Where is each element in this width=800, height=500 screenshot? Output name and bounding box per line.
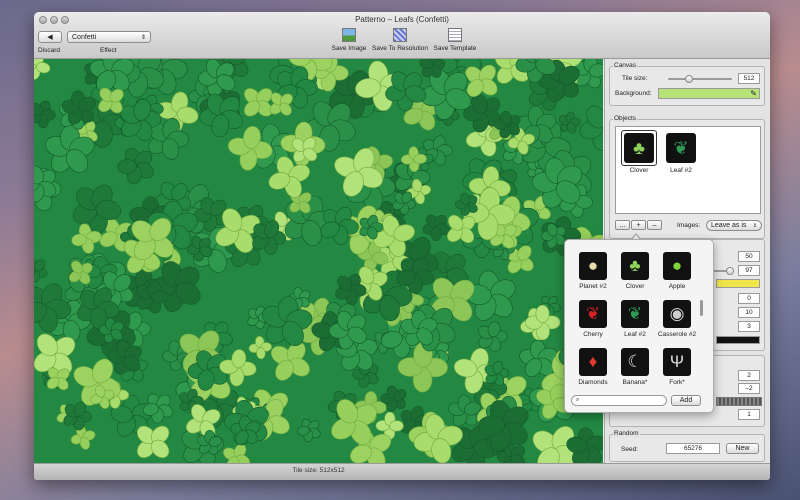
save-template-button[interactable]: Save Template <box>432 28 478 52</box>
picker-item-banana[interactable]: ☾ <box>621 348 649 376</box>
picker-item-label: Cherry <box>583 331 603 338</box>
picker-item-label: Apple <box>668 283 686 290</box>
images-value: Leave as is <box>711 222 747 229</box>
status-bar: Tile size: 512x512 <box>34 463 770 480</box>
picker-item-leaf-2[interactable]: ❦ <box>621 300 649 328</box>
cherry-icon: ❦ <box>585 304 601 323</box>
color-swatch[interactable] <box>716 279 760 288</box>
picker-item-label: Banana* <box>622 379 648 386</box>
back-arrow-icon: ◀ <box>47 34 53 41</box>
tile-size-label: Tile size: <box>622 75 648 82</box>
banana-icon: ☾ <box>627 352 643 371</box>
background-color-well[interactable]: ✎ <box>658 88 760 99</box>
remove-object-button[interactable]: – <box>647 220 662 230</box>
updown-arrows-icon: ⇕ <box>752 222 757 229</box>
leaf-pattern-preview <box>34 59 603 464</box>
images-select[interactable]: Leave as is ⇕ <box>706 220 762 231</box>
images-label: Images: <box>677 222 701 229</box>
tile-size-knob[interactable] <box>684 75 693 83</box>
discard-label: Discard <box>38 47 61 54</box>
popover-scrollbar[interactable] <box>700 300 703 316</box>
objects-box-title: Objects <box>613 115 638 122</box>
eyedropper-icon: ✎ <box>750 89 757 98</box>
random-box-title: Random <box>613 430 640 437</box>
effect-value: Confetti <box>72 33 97 41</box>
setting-field-3[interactable]: 0 <box>738 293 760 304</box>
line-color-swatch[interactable] <box>716 336 760 344</box>
picker-item-clover[interactable]: ♣ <box>621 252 649 280</box>
add-object-from-picker-button[interactable]: Add <box>671 395 701 406</box>
objects-box: Objects ♣ Clover ❦ Leaf #2 ... + – Image… <box>609 115 765 239</box>
effect-label: Effect <box>100 47 117 54</box>
setting-field-4[interactable]: 10 <box>738 307 760 318</box>
picker-item-fork[interactable]: Ψ <box>663 348 691 376</box>
setting-slider-2[interactable] <box>712 267 734 275</box>
fork-icon: Ψ <box>669 352 685 371</box>
window-title: Patterno – Leafs (Confetti) <box>355 15 449 24</box>
object-leaf[interactable]: ❦ <box>666 133 696 163</box>
object-leaf-label: Leaf #2 <box>670 167 692 174</box>
save-resolution-label: Save To Resolution <box>372 45 428 52</box>
object-clover-label: Clover <box>629 167 649 174</box>
picker-item-label: Casserole #2 <box>657 331 697 338</box>
background-label: Background: <box>615 90 652 97</box>
setting-field-2[interactable]: 97 <box>738 265 760 276</box>
casserole-icon: ◉ <box>669 304 685 323</box>
clover-icon: ♣ <box>633 137 645 158</box>
save-to-resolution-button[interactable]: Save To Resolution <box>370 28 430 52</box>
picker-item-casserole-2[interactable]: ◉ <box>663 300 691 328</box>
updown-arrows-icon: ⇕ <box>140 34 146 41</box>
picture-icon <box>342 28 356 42</box>
picker-item-cherry[interactable]: ❦ <box>579 300 607 328</box>
object-search-field[interactable]: ⌕ <box>571 395 667 406</box>
new-seed-button[interactable]: New <box>726 443 759 454</box>
seed-field[interactable]: 65276 <box>666 443 720 454</box>
clover-icon: ♣ <box>629 256 641 275</box>
picker-item-label: Clover <box>625 283 645 290</box>
save-image-button[interactable]: Save Image <box>330 28 368 52</box>
planet-icon: ● <box>587 256 599 275</box>
random-box: Random Seed: 65276 New <box>609 430 765 462</box>
picker-item-label: Leaf #2 <box>624 331 646 338</box>
add-object-button[interactable]: + <box>631 220 646 230</box>
object-picker-popover: ● Planet #2 ♣ Clover ● Apple ❦ Cherry ❦ Leaf #2 ◉ C… <box>564 239 714 413</box>
picker-item-planet-2[interactable]: ● <box>579 252 607 280</box>
pattern-canvas[interactable] <box>34 59 603 464</box>
leaf-icon: ❦ <box>627 304 643 323</box>
object-list[interactable]: ♣ Clover ❦ Leaf #2 <box>615 126 761 214</box>
resolution-grid-icon <box>393 28 407 42</box>
texture-swatch[interactable] <box>716 397 762 406</box>
title-bar: Patterno – Leafs (Confetti) ◀ Discard Co… <box>34 12 770 59</box>
picker-item-label: Fork* <box>669 379 685 386</box>
offset-field-1[interactable]: 2 <box>738 370 760 381</box>
apple-icon: ● <box>671 256 683 275</box>
save-image-label: Save Image <box>331 45 367 52</box>
tile-size-field[interactable]: 512 <box>738 73 760 84</box>
offset-field-3[interactable]: 1 <box>738 409 760 420</box>
seed-label: Seed: <box>621 446 638 453</box>
save-template-label: Save Template <box>433 45 477 52</box>
setting-field-5[interactable]: 3 <box>738 321 760 332</box>
diamond-icon: ♦ <box>588 352 598 371</box>
tile-size-slider[interactable] <box>668 75 732 83</box>
object-clover[interactable]: ♣ <box>624 133 654 163</box>
discard-button[interactable]: ◀ <box>38 31 62 43</box>
canvas-box-title: Canvas <box>613 62 638 69</box>
setting-slider-2-knob[interactable] <box>726 267 734 275</box>
picker-item-apple[interactable]: ● <box>663 252 691 280</box>
setting-field-1[interactable]: 50 <box>738 251 760 262</box>
document-icon <box>448 28 462 42</box>
picker-item-label: Planet #2 <box>579 283 607 290</box>
more-objects-button[interactable]: ... <box>615 220 630 230</box>
status-text: Tile size: 512x512 <box>292 467 345 474</box>
canvas-box: Canvas Tile size: 512 Background: ✎ <box>609 62 765 106</box>
object-search-input[interactable] <box>579 396 664 405</box>
leaf-icon: ❦ <box>673 137 689 158</box>
effect-select[interactable]: Confetti ⇕ <box>67 31 151 43</box>
picker-item-label: Diamonds <box>578 379 608 386</box>
offset-field-2[interactable]: –2 <box>738 383 760 394</box>
picker-item-diamonds[interactable]: ♦ <box>579 348 607 376</box>
